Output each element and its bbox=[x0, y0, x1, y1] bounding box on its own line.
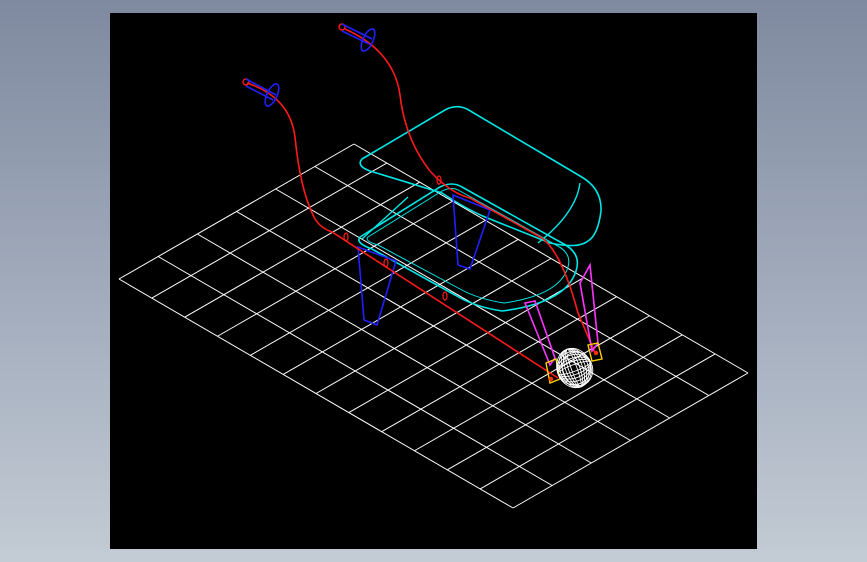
handle-grip-icon bbox=[341, 23, 376, 52]
ground-grid bbox=[118, 143, 749, 509]
wheel-strut-left bbox=[523, 300, 556, 367]
frame-joint-marker bbox=[343, 232, 349, 242]
wheelbarrow-wireframe-drawing bbox=[118, 23, 749, 509]
wheel-strut-right bbox=[579, 262, 599, 353]
tray-inner-outline bbox=[366, 188, 570, 304]
frame-joint-marker bbox=[442, 291, 448, 301]
axle-bolt bbox=[548, 376, 554, 382]
axle-bolt bbox=[593, 350, 599, 356]
wheel-icon bbox=[556, 347, 594, 389]
frame-joint-marker bbox=[383, 258, 389, 268]
handle-grip-icon bbox=[245, 78, 280, 107]
cad-viewport[interactable] bbox=[110, 13, 757, 549]
tray-rim-outline bbox=[359, 105, 602, 247]
